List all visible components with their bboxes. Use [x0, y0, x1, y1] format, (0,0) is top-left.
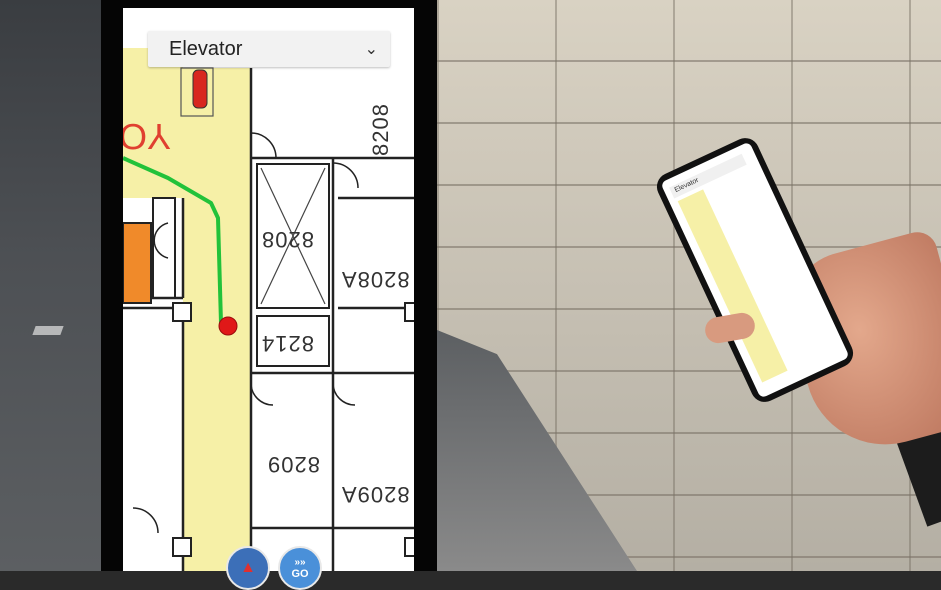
go-label: GO: [291, 567, 309, 580]
compass-button[interactable]: ▲: [226, 546, 270, 590]
chevron-down-icon: ⌄: [364, 41, 378, 58]
room-label-8208-shaft: 8208: [261, 227, 314, 252]
floor-map[interactable]: YO 8208 8208 8208A 8214 8209 8209A: [123, 8, 414, 571]
room-label-8208A: 8208A: [341, 267, 410, 292]
svg-text:YO: YO: [123, 116, 171, 157]
room-label-8214: 8214: [261, 331, 314, 356]
corridor: [183, 68, 251, 571]
destination-dropdown[interactable]: Elevator ⌄: [148, 31, 390, 67]
forward-arrows-icon: »»: [294, 556, 306, 568]
compass-icon: ▲: [240, 559, 256, 576]
dropdown-selected-value: Elevator: [169, 37, 243, 60]
room-label-8208: 8208: [368, 103, 393, 156]
room-label-8209: 8209: [267, 452, 320, 477]
go-button[interactable]: »» GO: [278, 546, 322, 590]
floor-marking: [32, 326, 64, 335]
floor-photo: [0, 0, 101, 571]
room-label-8209A: 8209A: [341, 482, 410, 507]
